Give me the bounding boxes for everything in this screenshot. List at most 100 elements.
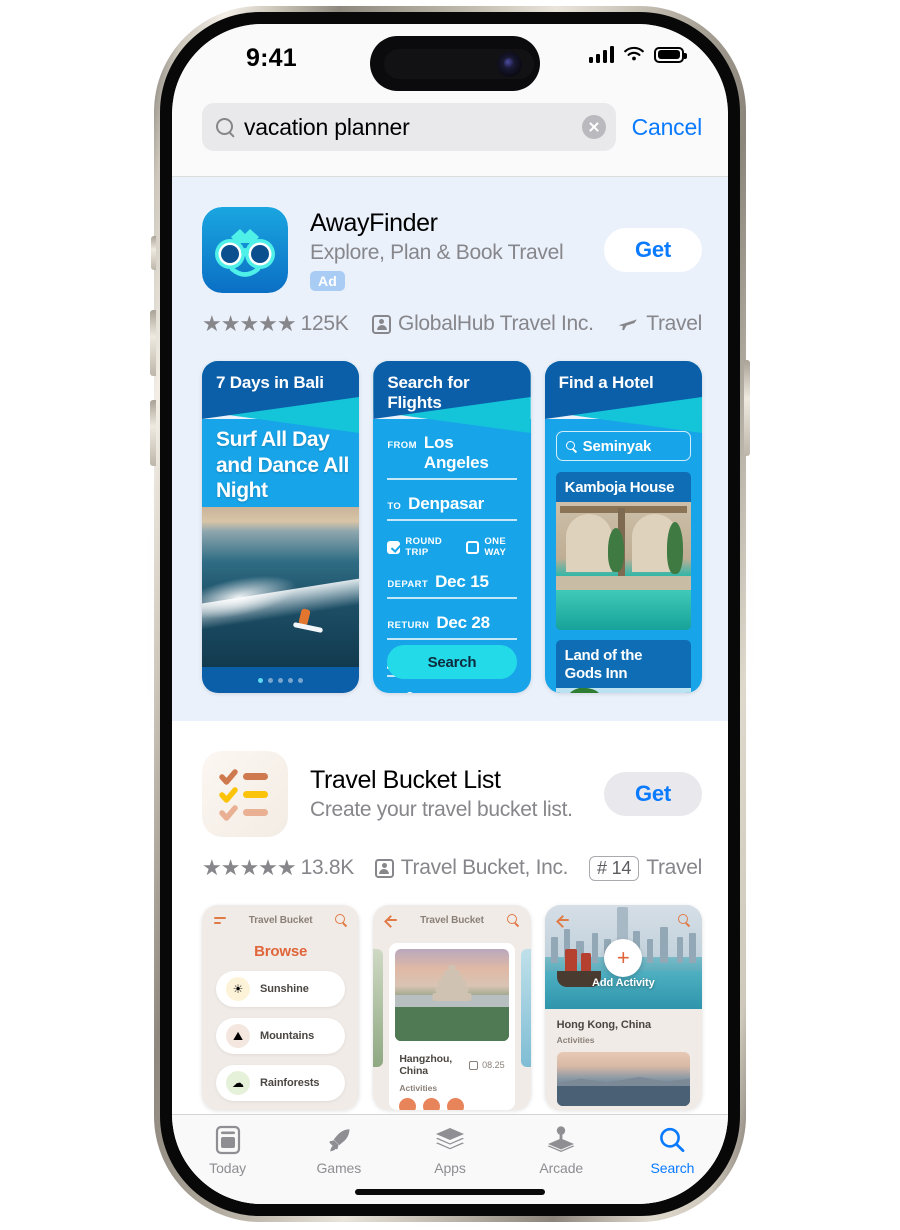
detail-screen: Travel Bucket Hangzhou, China 08.25 Acti… [373,905,531,1110]
screenshot-bali[interactable]: 7 Days in Bali Surf All Day and Dance Al… [202,361,360,693]
developer-name: GlobalHub Travel Inc. [398,312,594,335]
person-icon [387,692,399,693]
checklist-icon[interactable] [202,751,288,837]
carousel-peek-right[interactable] [520,949,531,1067]
app-title: Travel Bucket [248,914,313,926]
activities-label: Activities [399,1083,438,1093]
field-depart: DEPART Dec 15 [387,572,517,599]
screenshot-hongkong[interactable]: + Add Activity Hong Kong, China Activiti… [544,905,702,1110]
power-button[interactable] [744,360,750,456]
tab-search[interactable]: Search [617,1125,728,1176]
silent-switch[interactable] [151,236,156,270]
list-item[interactable]: ☀ Sunshine [216,971,346,1007]
tab-label: Today [209,1160,247,1176]
sun-icon: ☀ [226,977,250,1001]
search-icon [565,440,577,452]
surf-photo [202,507,360,667]
bali-header-text: 7 Days in Bali [216,373,324,392]
get-button[interactable]: Get [604,228,702,272]
browse-heading: Browse [254,943,308,960]
tab-apps[interactable]: Apps [394,1125,505,1176]
tab-label: Games [316,1160,362,1176]
carousel-peek-left[interactable] [373,949,384,1067]
bali-headline: Surf All Day and Dance All Night [216,428,349,503]
activity-icons[interactable] [389,1093,514,1110]
one-way-label: ONE WAY [484,536,507,558]
search-icon[interactable] [677,914,690,926]
phone-screen: 9:41 vacation planner Cancel AwayFinder … [172,24,728,1204]
tab-arcade[interactable]: Arcade [506,1125,617,1176]
screenshot-browse[interactable]: Travel Bucket Browse ☀ Sunshine ⛰ Mounta… [202,905,360,1110]
field-return: RETURN Dec 28 [387,613,517,640]
list-item-label: Mountains [260,1030,315,1042]
developer-group: GlobalHub Travel Inc. [348,312,617,336]
app-subtitle: Create your travel bucket list. [310,798,573,822]
flight-search-button[interactable]: Search [387,645,517,679]
screenshot-gallery[interactable]: Travel Bucket Browse ☀ Sunshine ⛰ Mounta… [172,881,728,1110]
cancel-button[interactable]: Cancel [632,114,703,141]
back-arrow-icon[interactable] [557,914,569,926]
app-title: Travel Bucket [420,914,484,926]
app-info: AwayFinder Explore, Plan & Book Travel A… [288,209,604,292]
developer-icon [374,858,394,878]
list-item[interactable]: ☁ Rainforests [216,1065,346,1101]
activity-thumbnail[interactable] [556,1052,690,1106]
hotel-body: Seminyak Kamboja House Land of the Gods … [544,419,702,693]
app-row[interactable]: AwayFinder Explore, Plan & Book Travel A… [172,207,728,293]
binoculars-icon[interactable] [202,207,288,293]
place-date: 08.25 [469,1060,505,1070]
return-label: RETURN [387,620,430,631]
app-row[interactable]: Travel Bucket List Create your travel bu… [172,751,728,837]
arcade-icon [546,1125,576,1155]
app-info: Travel Bucket List Create your travel bu… [288,766,604,823]
option-one-way: ONE WAY [466,536,516,558]
detail-carousel: Hangzhou, China 08.25 Activities [373,935,531,1110]
status-bar: 9:41 [172,24,728,92]
menu-icon[interactable] [214,914,226,926]
screenshot-gallery[interactable]: 7 Days in Bali Surf All Day and Dance Al… [172,337,728,693]
rating-count: 13.8K [300,856,355,879]
home-indicator[interactable] [355,1189,545,1195]
field-to: TO Denpasar [387,494,517,521]
clear-icon[interactable] [581,115,606,139]
depart-value: Dec 15 [435,572,489,591]
star-rating: ★★★★★ [202,311,297,336]
star-rating: ★★★★★ [202,855,297,880]
hotel-search-input[interactable]: Seminyak [555,431,691,461]
search-icon[interactable] [335,914,347,926]
volume-down-button[interactable] [150,400,156,466]
plus-icon[interactable]: + [604,939,643,977]
hotel-card-kamboja[interactable]: Kamboja House [555,472,691,631]
result-awayfinder[interactable]: AwayFinder Explore, Plan & Book Travel A… [172,177,728,721]
get-button[interactable]: Get [604,772,702,816]
hotel-photo [555,502,691,631]
app-nav-bar [545,905,702,935]
screenshot-hotel[interactable]: Seminyak Kamboja House Land of the Gods … [544,361,702,693]
place-card[interactable]: Hangzhou, China 08.25 Activities [389,943,515,1110]
back-arrow-icon[interactable] [385,914,398,926]
results-list[interactable]: AwayFinder Explore, Plan & Book Travel A… [172,177,728,1204]
search-input-value: vacation planner [244,113,410,140]
search-input[interactable]: vacation planner [202,103,616,151]
list-item[interactable]: ⛰ Mountains [216,1018,346,1054]
developer-name: Travel Bucket, Inc. [400,856,569,879]
calendar-icon [469,1060,479,1070]
depart-label: DEPART [387,579,429,590]
screenshot-hangzhou[interactable]: Travel Bucket Hangzhou, China 08.25 Acti… [373,905,531,1110]
tab-today[interactable]: Today [172,1125,283,1176]
developer-icon [372,314,392,334]
search-icon[interactable] [506,914,519,926]
today-icon [215,1125,241,1155]
developer-group: Travel Bucket, Inc. [354,856,589,880]
app-stats: ★★★★★ 125K GlobalHub Travel Inc. Travel [172,293,728,337]
result-travel-bucket-list[interactable]: Travel Bucket List Create your travel bu… [172,721,728,1110]
place-city: Hong Kong, China [556,1019,651,1031]
add-activity-label[interactable]: Add Activity [545,977,702,989]
tab-games[interactable]: Games [283,1125,394,1176]
screenshot-flights[interactable]: FROM Los Angeles TO Denpasar ROUND TRIP … [373,361,531,693]
from-label: FROM [387,440,417,451]
hotel-card-land-of-the-gods[interactable]: Land of the Gods Inn [555,640,691,693]
hongkong-body: Hong Kong, China Activities [544,1009,702,1110]
volume-up-button[interactable] [150,310,156,376]
hotel-name: Kamboja House [564,479,675,496]
